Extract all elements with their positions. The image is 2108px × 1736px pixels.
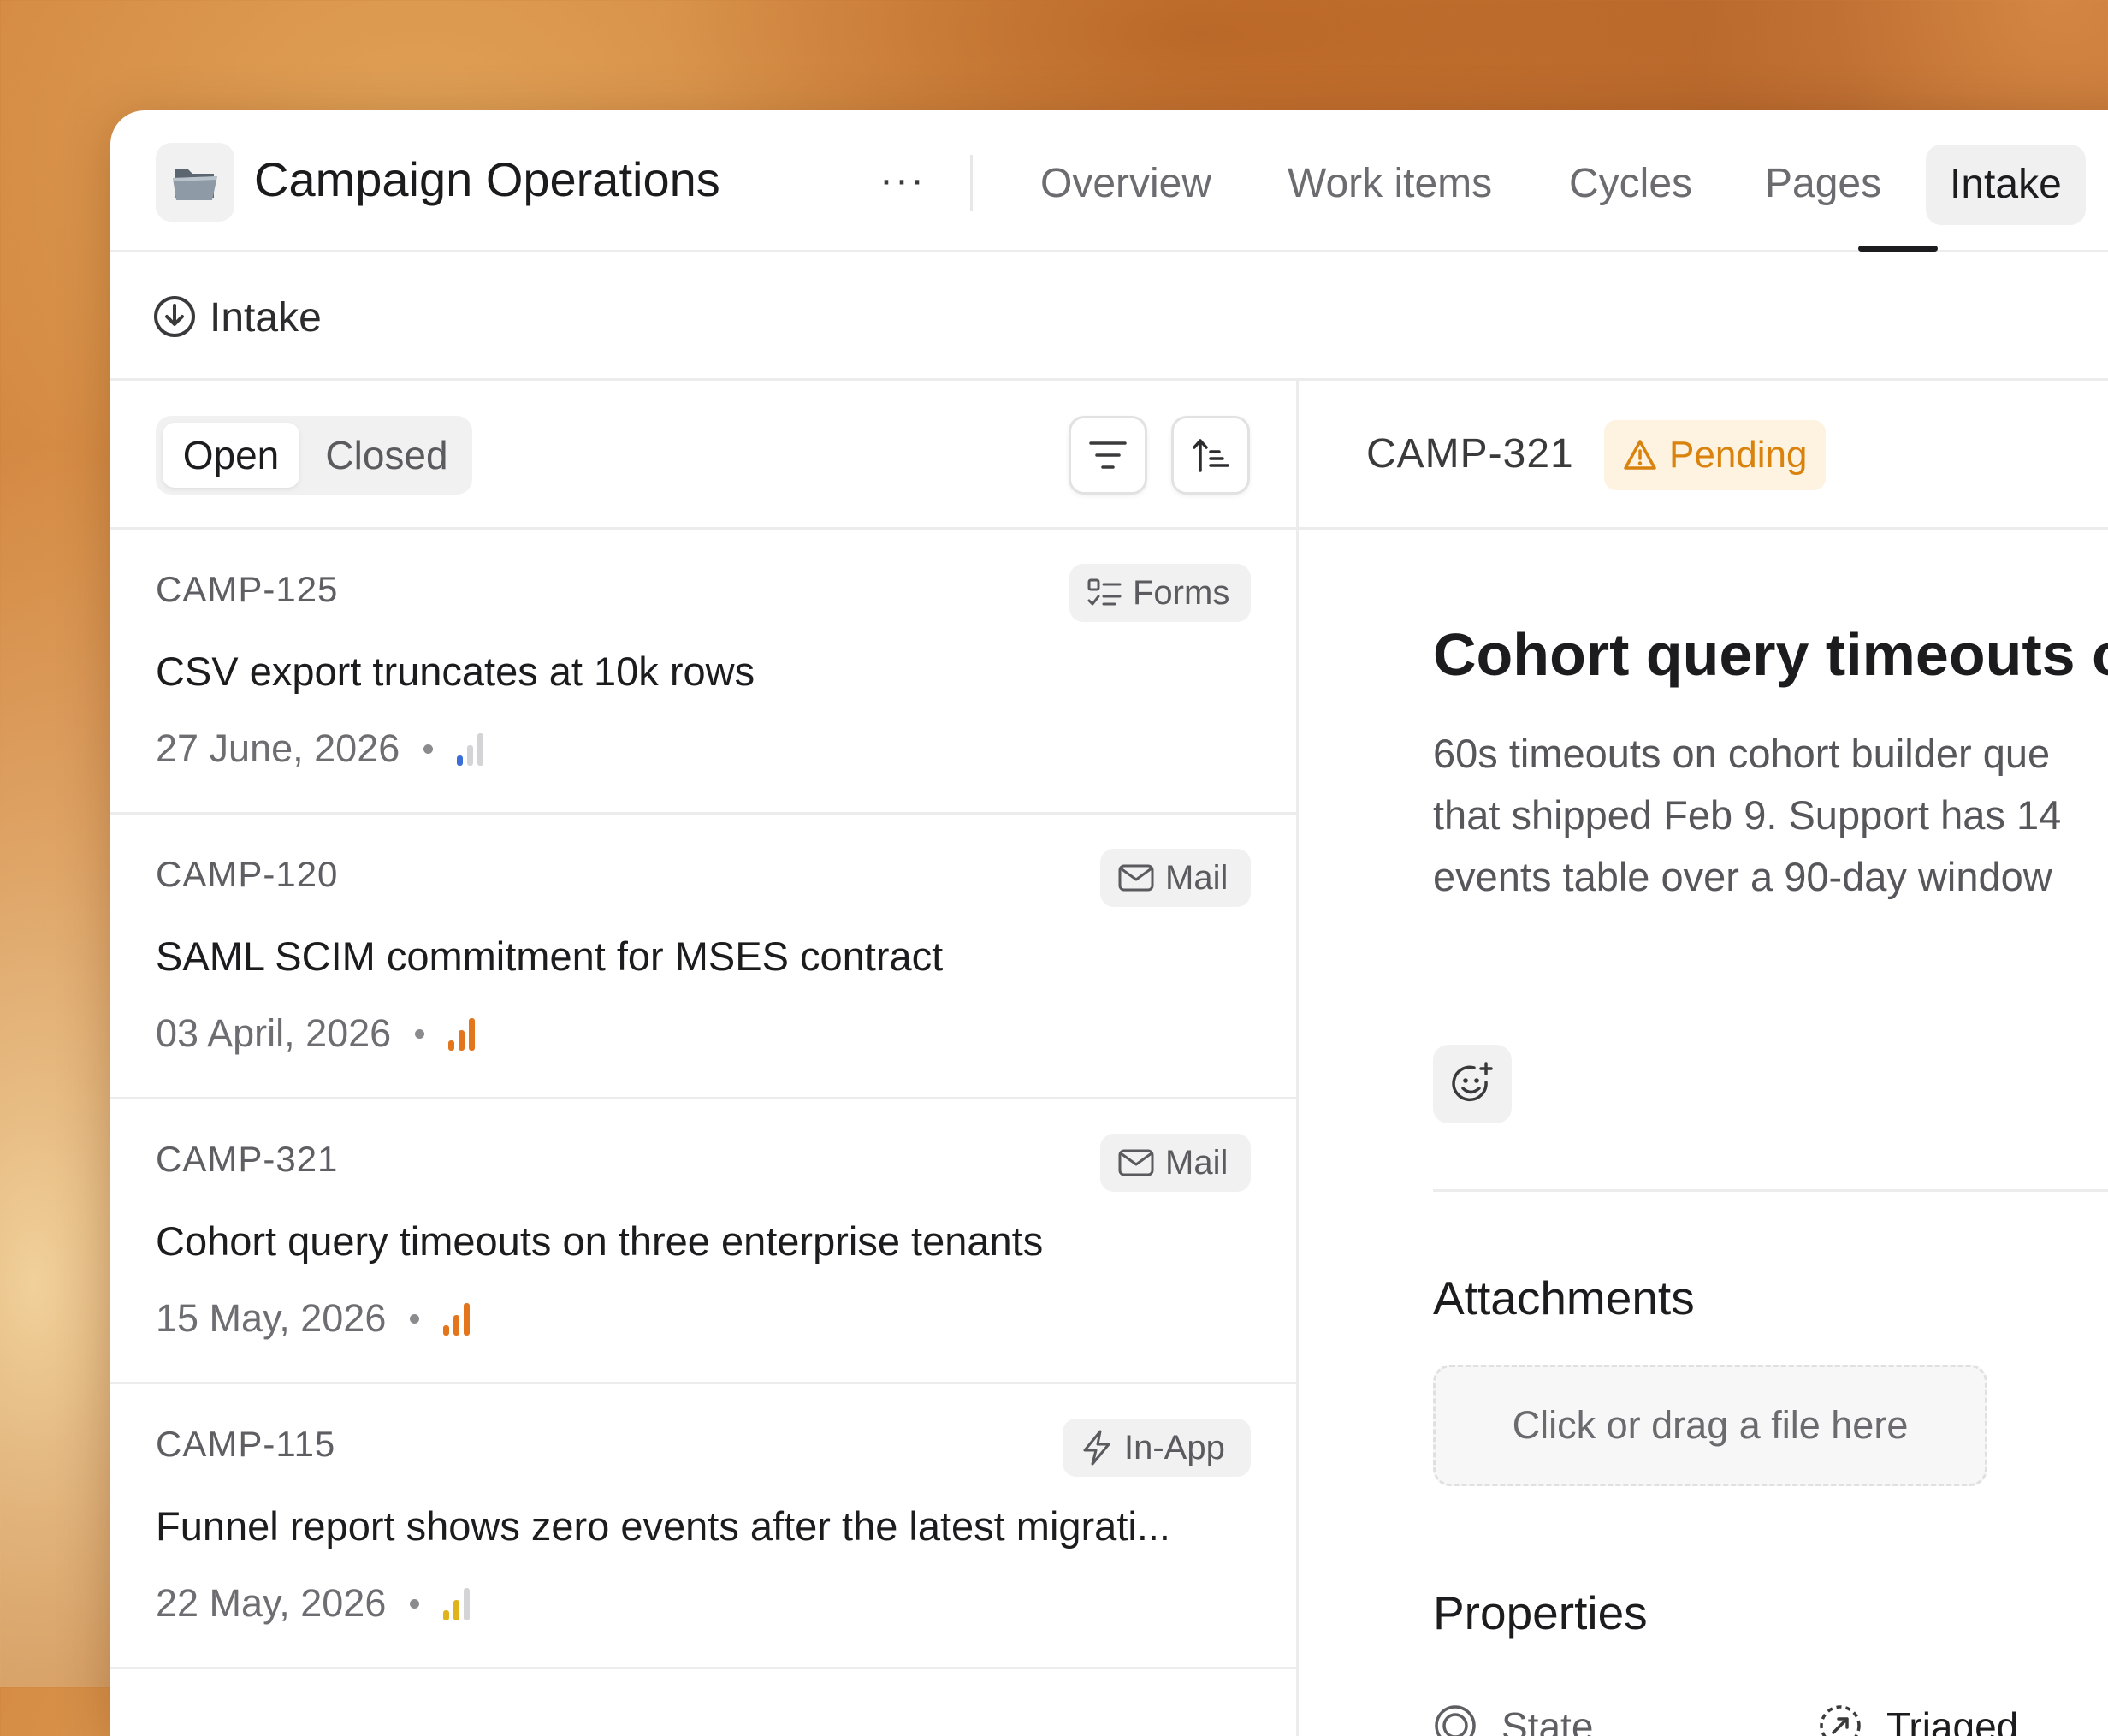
source-badge: Forms xyxy=(1069,564,1251,622)
attachments-heading: Attachments xyxy=(1433,1271,1695,1324)
state-icon xyxy=(1435,1705,1476,1736)
sort-button[interactable] xyxy=(1171,416,1250,495)
open-closed-toggle: Open Closed xyxy=(156,416,472,495)
item-id: CAMP-125 xyxy=(156,569,339,609)
tab-pages[interactable]: Pages xyxy=(1765,160,1881,207)
closed-filter-button[interactable]: Closed xyxy=(310,423,464,488)
app-window: Campaign Operations ··· Overview Work it… xyxy=(110,110,2108,1736)
source-badge: In-App xyxy=(1063,1419,1251,1477)
list-item[interactable]: CAMP-321 Mail Cohort query timeouts on t… xyxy=(110,1099,1296,1384)
detail-description[interactable]: 60s timeouts on cohort builder que that … xyxy=(1433,723,2061,908)
source-label: Forms xyxy=(1133,573,1230,612)
list-item[interactable]: CAMP-115 In-App Funnel report shows zero… xyxy=(110,1384,1296,1669)
project-title[interactable]: Campaign Operations xyxy=(254,151,720,207)
list-toolbar: Open Closed xyxy=(110,381,1296,530)
list-item[interactable]: CAMP-125 Forms CSV export truncates at 1… xyxy=(110,530,1296,815)
status-label: Pending xyxy=(1669,434,1808,476)
item-date: 22 May, 2026 xyxy=(156,1581,387,1625)
mail-icon xyxy=(1118,864,1154,892)
tab-overview[interactable]: Overview xyxy=(1040,160,1211,207)
add-reaction-button[interactable] xyxy=(1433,1045,1512,1123)
tab-work-items[interactable]: Work items xyxy=(1288,160,1492,207)
breadcrumb: Intake xyxy=(110,252,2108,381)
detail-header: CAMP-321 Pending xyxy=(1299,381,2108,530)
properties-heading: Properties xyxy=(1433,1586,1648,1639)
priority-high-icon xyxy=(448,1018,476,1051)
meta-separator xyxy=(410,1598,420,1609)
priority-medium-icon xyxy=(443,1588,471,1620)
attachment-dropzone[interactable]: Click or drag a file here xyxy=(1433,1365,1987,1486)
lightning-icon xyxy=(1083,1430,1110,1466)
smiley-plus-icon xyxy=(1452,1062,1493,1102)
item-meta: 22 May, 2026 xyxy=(156,1581,472,1626)
breadcrumb-label[interactable]: Intake xyxy=(210,294,322,341)
description-line: events table over a 90-day window xyxy=(1433,854,2052,899)
intake-list-panel: Open Closed CAMP-125 Forms CSV export tr… xyxy=(110,381,1299,1736)
item-id: CAMP-115 xyxy=(156,1424,336,1464)
description-line: 60s timeouts on cohort builder que xyxy=(1433,731,2051,776)
item-title: Cohort query timeouts on three enterpris… xyxy=(156,1218,1044,1264)
item-date: 15 May, 2026 xyxy=(156,1296,387,1340)
meta-separator xyxy=(410,1313,420,1324)
tab-intake[interactable]: Intake xyxy=(1926,145,2086,225)
description-line: that shipped Feb 9. Support has 14 xyxy=(1433,792,2062,838)
project-more-icon[interactable]: ··· xyxy=(879,160,926,201)
source-label: Mail xyxy=(1165,858,1229,897)
item-title: SAML SCIM commitment for MSES contract xyxy=(156,933,944,979)
source-label: Mail xyxy=(1165,1143,1229,1182)
priority-low-icon xyxy=(457,733,484,766)
folder-icon[interactable] xyxy=(156,143,234,222)
sort-icon xyxy=(1193,439,1229,472)
item-date: 27 June, 2026 xyxy=(156,726,400,770)
meta-separator xyxy=(423,744,434,754)
detail-divider xyxy=(1433,1189,2108,1192)
item-meta: 27 June, 2026 xyxy=(156,726,486,771)
property-value-dropdown[interactable]: Triaged xyxy=(1886,1703,2018,1736)
item-meta: 03 April, 2026 xyxy=(156,1011,477,1056)
detail-panel: CAMP-321 Pending Cohort query timeouts o… xyxy=(1299,381,2108,1736)
intake-download-icon xyxy=(152,294,197,343)
detail-item-id: CAMP-321 xyxy=(1366,431,1574,477)
meta-separator xyxy=(415,1028,425,1039)
source-label: In-App xyxy=(1124,1428,1225,1466)
detail-title[interactable]: Cohort query timeouts o xyxy=(1433,620,2108,689)
mail-icon xyxy=(1118,1149,1154,1176)
tab-cycles[interactable]: Cycles xyxy=(1569,160,1692,207)
item-title: Funnel report shows zero events after th… xyxy=(156,1503,1170,1549)
item-meta: 15 May, 2026 xyxy=(156,1296,472,1341)
source-badge: Mail xyxy=(1100,1134,1251,1192)
source-badge: Mail xyxy=(1100,849,1251,907)
triaged-icon xyxy=(1820,1705,1861,1736)
open-filter-button[interactable]: Open xyxy=(163,423,299,488)
item-id: CAMP-321 xyxy=(156,1139,339,1179)
item-id: CAMP-120 xyxy=(156,854,339,894)
active-tab-indicator xyxy=(1858,246,1938,252)
status-badge[interactable]: Pending xyxy=(1604,420,1827,490)
property-row-state: State Triaged xyxy=(1433,1698,2108,1736)
item-title: CSV export truncates at 10k rows xyxy=(156,649,755,694)
filter-button[interactable] xyxy=(1069,416,1147,495)
property-label: State xyxy=(1501,1704,1594,1736)
item-date: 03 April, 2026 xyxy=(156,1011,392,1055)
nav-divider xyxy=(970,155,973,211)
priority-high-icon xyxy=(443,1303,471,1336)
filter-icon xyxy=(1089,441,1127,469)
top-nav: Campaign Operations ··· Overview Work it… xyxy=(110,110,2108,252)
forms-icon xyxy=(1087,578,1122,606)
list-item[interactable]: CAMP-120 Mail SAML SCIM commitment for M… xyxy=(110,815,1296,1099)
warning-icon xyxy=(1624,440,1656,470)
